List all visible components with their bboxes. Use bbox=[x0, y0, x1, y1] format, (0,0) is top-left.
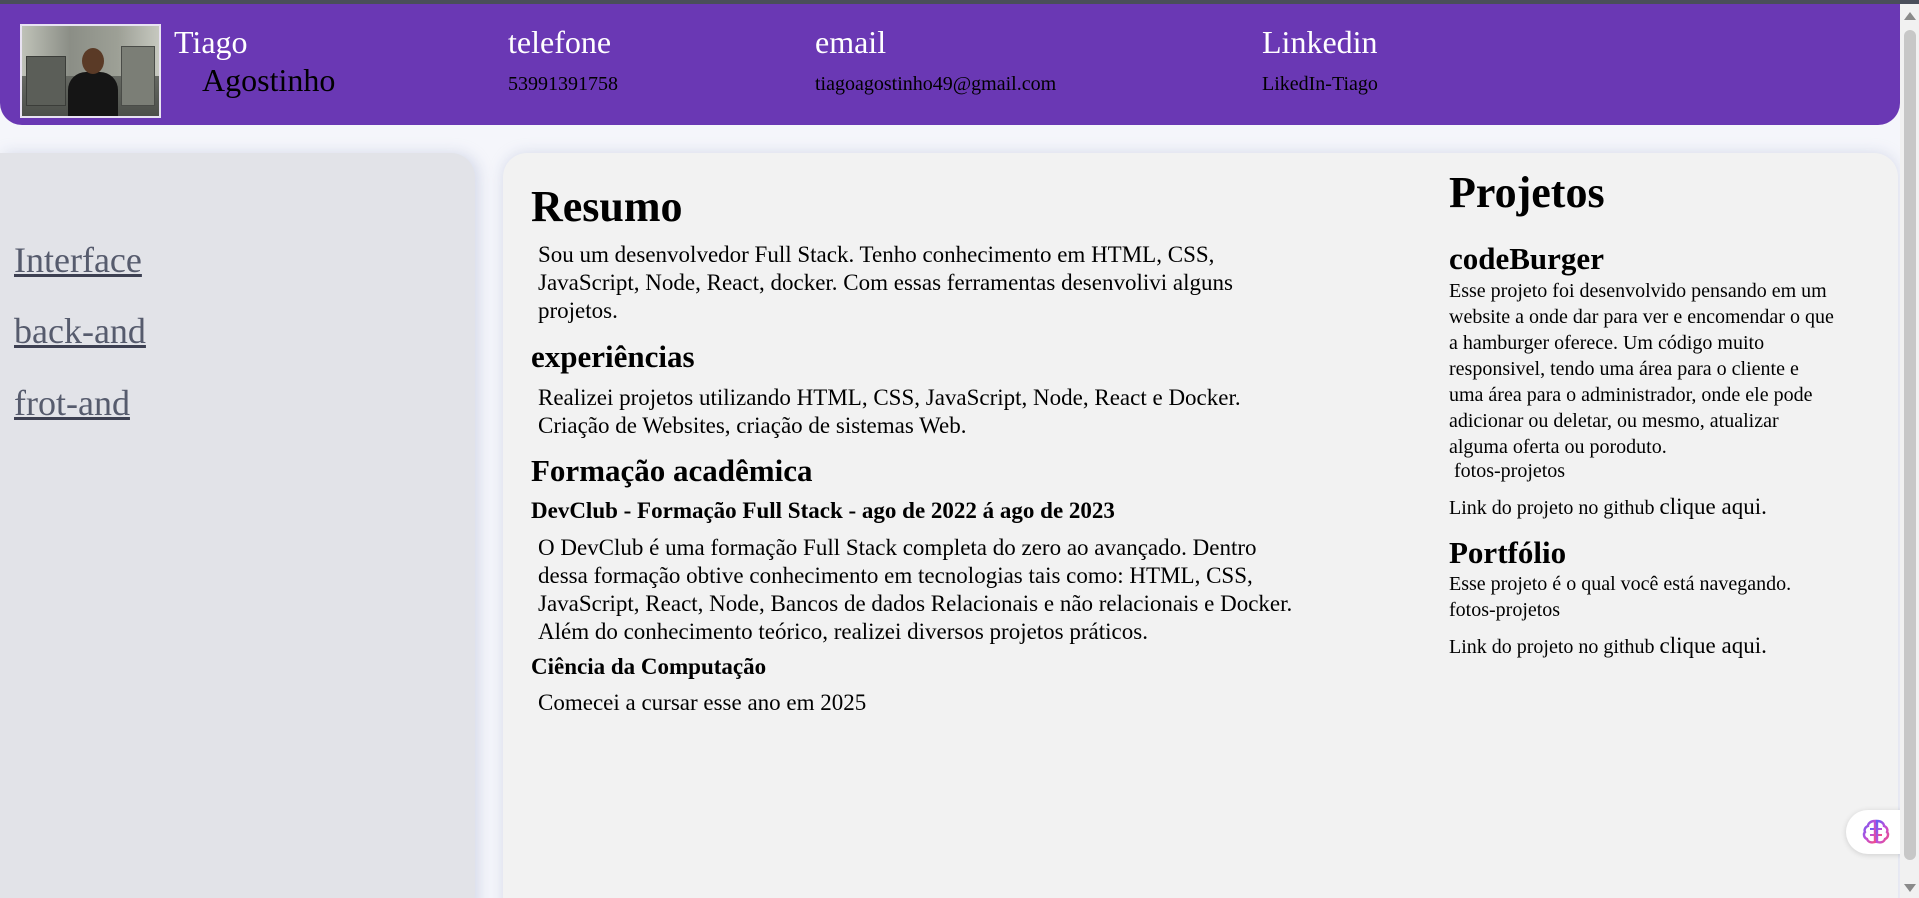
header: Tiago Agostinho telefone 53991391758 ema… bbox=[0, 4, 1900, 125]
main-content: Resumo Sou um desenvolvedor Full Stack. … bbox=[503, 153, 1898, 898]
name-first: Tiago bbox=[174, 24, 248, 60]
devclub-line: Além do conhecimento teórico, realizei d… bbox=[538, 619, 1148, 644]
portfolio-image: fotos-projetos bbox=[1449, 599, 1560, 622]
codeburger-github: Link do projeto no github clique aqui. bbox=[1449, 494, 1767, 520]
experiencias-line: Realizei projetos utilizando HTML, CSS, … bbox=[538, 385, 1241, 410]
codeburger-line: Esse projeto foi desenvolvido pensando e… bbox=[1449, 280, 1827, 302]
portfolio-title: Portfólio bbox=[1449, 535, 1567, 570]
phone-value: 53991391758 bbox=[508, 73, 618, 95]
page: Tiago Agostinho telefone 53991391758 ema… bbox=[0, 0, 1919, 898]
codeburger-line: adicionar ou deletar, ou mesmo, atualiza… bbox=[1449, 410, 1779, 432]
codeburger-line: a hamburger oferece. Um código muito bbox=[1449, 332, 1765, 354]
github-text: Link do projeto no github bbox=[1449, 636, 1655, 658]
resumo-title: Resumo bbox=[531, 182, 683, 231]
codeburger-title: codeBurger bbox=[1449, 241, 1604, 276]
email-value: tiagoagostinho49@gmail.com bbox=[815, 73, 1057, 95]
cc-title: Ciência da Computação bbox=[531, 654, 767, 679]
phone-label: telefone bbox=[508, 24, 612, 60]
portfolio-text: Esse projeto é o qual você está navegand… bbox=[1449, 573, 1792, 595]
sidebar: Interface back-and frot-and bbox=[0, 153, 475, 898]
name-last: Agostinho bbox=[202, 62, 336, 98]
formacao-title: Formação acadêmica bbox=[531, 453, 813, 488]
devclub-line: dessa formação obtive conhecimento em te… bbox=[538, 563, 1253, 588]
cc-text: Comecei a cursar esse ano em 2025 bbox=[538, 690, 867, 715]
github-link[interactable]: clique aqui. bbox=[1660, 633, 1767, 658]
image-alt-text: fotos-projetos bbox=[1449, 599, 1561, 621]
image-alt-text: fotos-projetos bbox=[1454, 460, 1566, 482]
projetos-title: Projetos bbox=[1449, 168, 1605, 217]
devclub-title: DevClub - Formação Full Stack - ago de 2… bbox=[531, 498, 1115, 523]
scroll-down-arrow-icon[interactable] bbox=[1904, 884, 1916, 892]
experiencias-line: Criação de Websites, criação de sistemas… bbox=[538, 413, 967, 438]
scroll-up-arrow-icon[interactable] bbox=[1904, 12, 1916, 20]
linkedin-value: LikedIn-Tiago bbox=[1262, 73, 1378, 95]
resumo-line: JavaScript, Node, React, docker. Com ess… bbox=[538, 270, 1233, 295]
experiencias-title: experiências bbox=[531, 339, 695, 374]
scroll-thumb[interactable] bbox=[1904, 30, 1916, 860]
sidebar-link-interface[interactable]: Interface bbox=[14, 239, 142, 281]
sidebar-link-back-and[interactable]: back-and bbox=[14, 310, 146, 352]
portfolio-github: Link do projeto no github clique aqui. bbox=[1449, 633, 1767, 659]
codeburger-text: Esse projeto foi desenvolvido pensando e… bbox=[1449, 278, 1834, 460]
codeburger-line: uma área para o administrador, onde ele … bbox=[1449, 384, 1813, 406]
profile-photo bbox=[20, 24, 161, 118]
devclub-text: O DevClub é uma formação Full Stack comp… bbox=[538, 534, 1292, 646]
resumo-text: Sou um desenvolvedor Full Stack. Tenho c… bbox=[538, 241, 1233, 325]
codeburger-line: alguma oferta ou poroduto. bbox=[1449, 436, 1667, 458]
brain-icon bbox=[1862, 819, 1890, 844]
sidebar-link-frot-and[interactable]: frot-and bbox=[14, 382, 130, 424]
codeburger-line: website a onde dar para ver e encomendar… bbox=[1449, 306, 1834, 328]
resumo-line: projetos. bbox=[538, 298, 618, 323]
linkedin-label: Linkedin bbox=[1262, 24, 1378, 60]
extension-button[interactable] bbox=[1846, 810, 1904, 854]
devclub-line: JavaScript, React, Node, Bancos de dados… bbox=[538, 591, 1293, 616]
email-label: email bbox=[815, 24, 887, 60]
github-text: Link do projeto no github bbox=[1449, 497, 1655, 519]
resumo-line: Sou um desenvolvedor Full Stack. Tenho c… bbox=[538, 242, 1215, 267]
codeburger-line: responsivel, tendo uma área para o clien… bbox=[1449, 358, 1799, 380]
devclub-line: O DevClub é uma formação Full Stack comp… bbox=[538, 535, 1257, 560]
experiencias-text: Realizei projetos utilizando HTML, CSS, … bbox=[538, 384, 1241, 440]
codeburger-image: fotos-projetos bbox=[1449, 460, 1565, 483]
github-link[interactable]: clique aqui. bbox=[1660, 494, 1767, 519]
scrollbar[interactable] bbox=[1900, 4, 1919, 898]
